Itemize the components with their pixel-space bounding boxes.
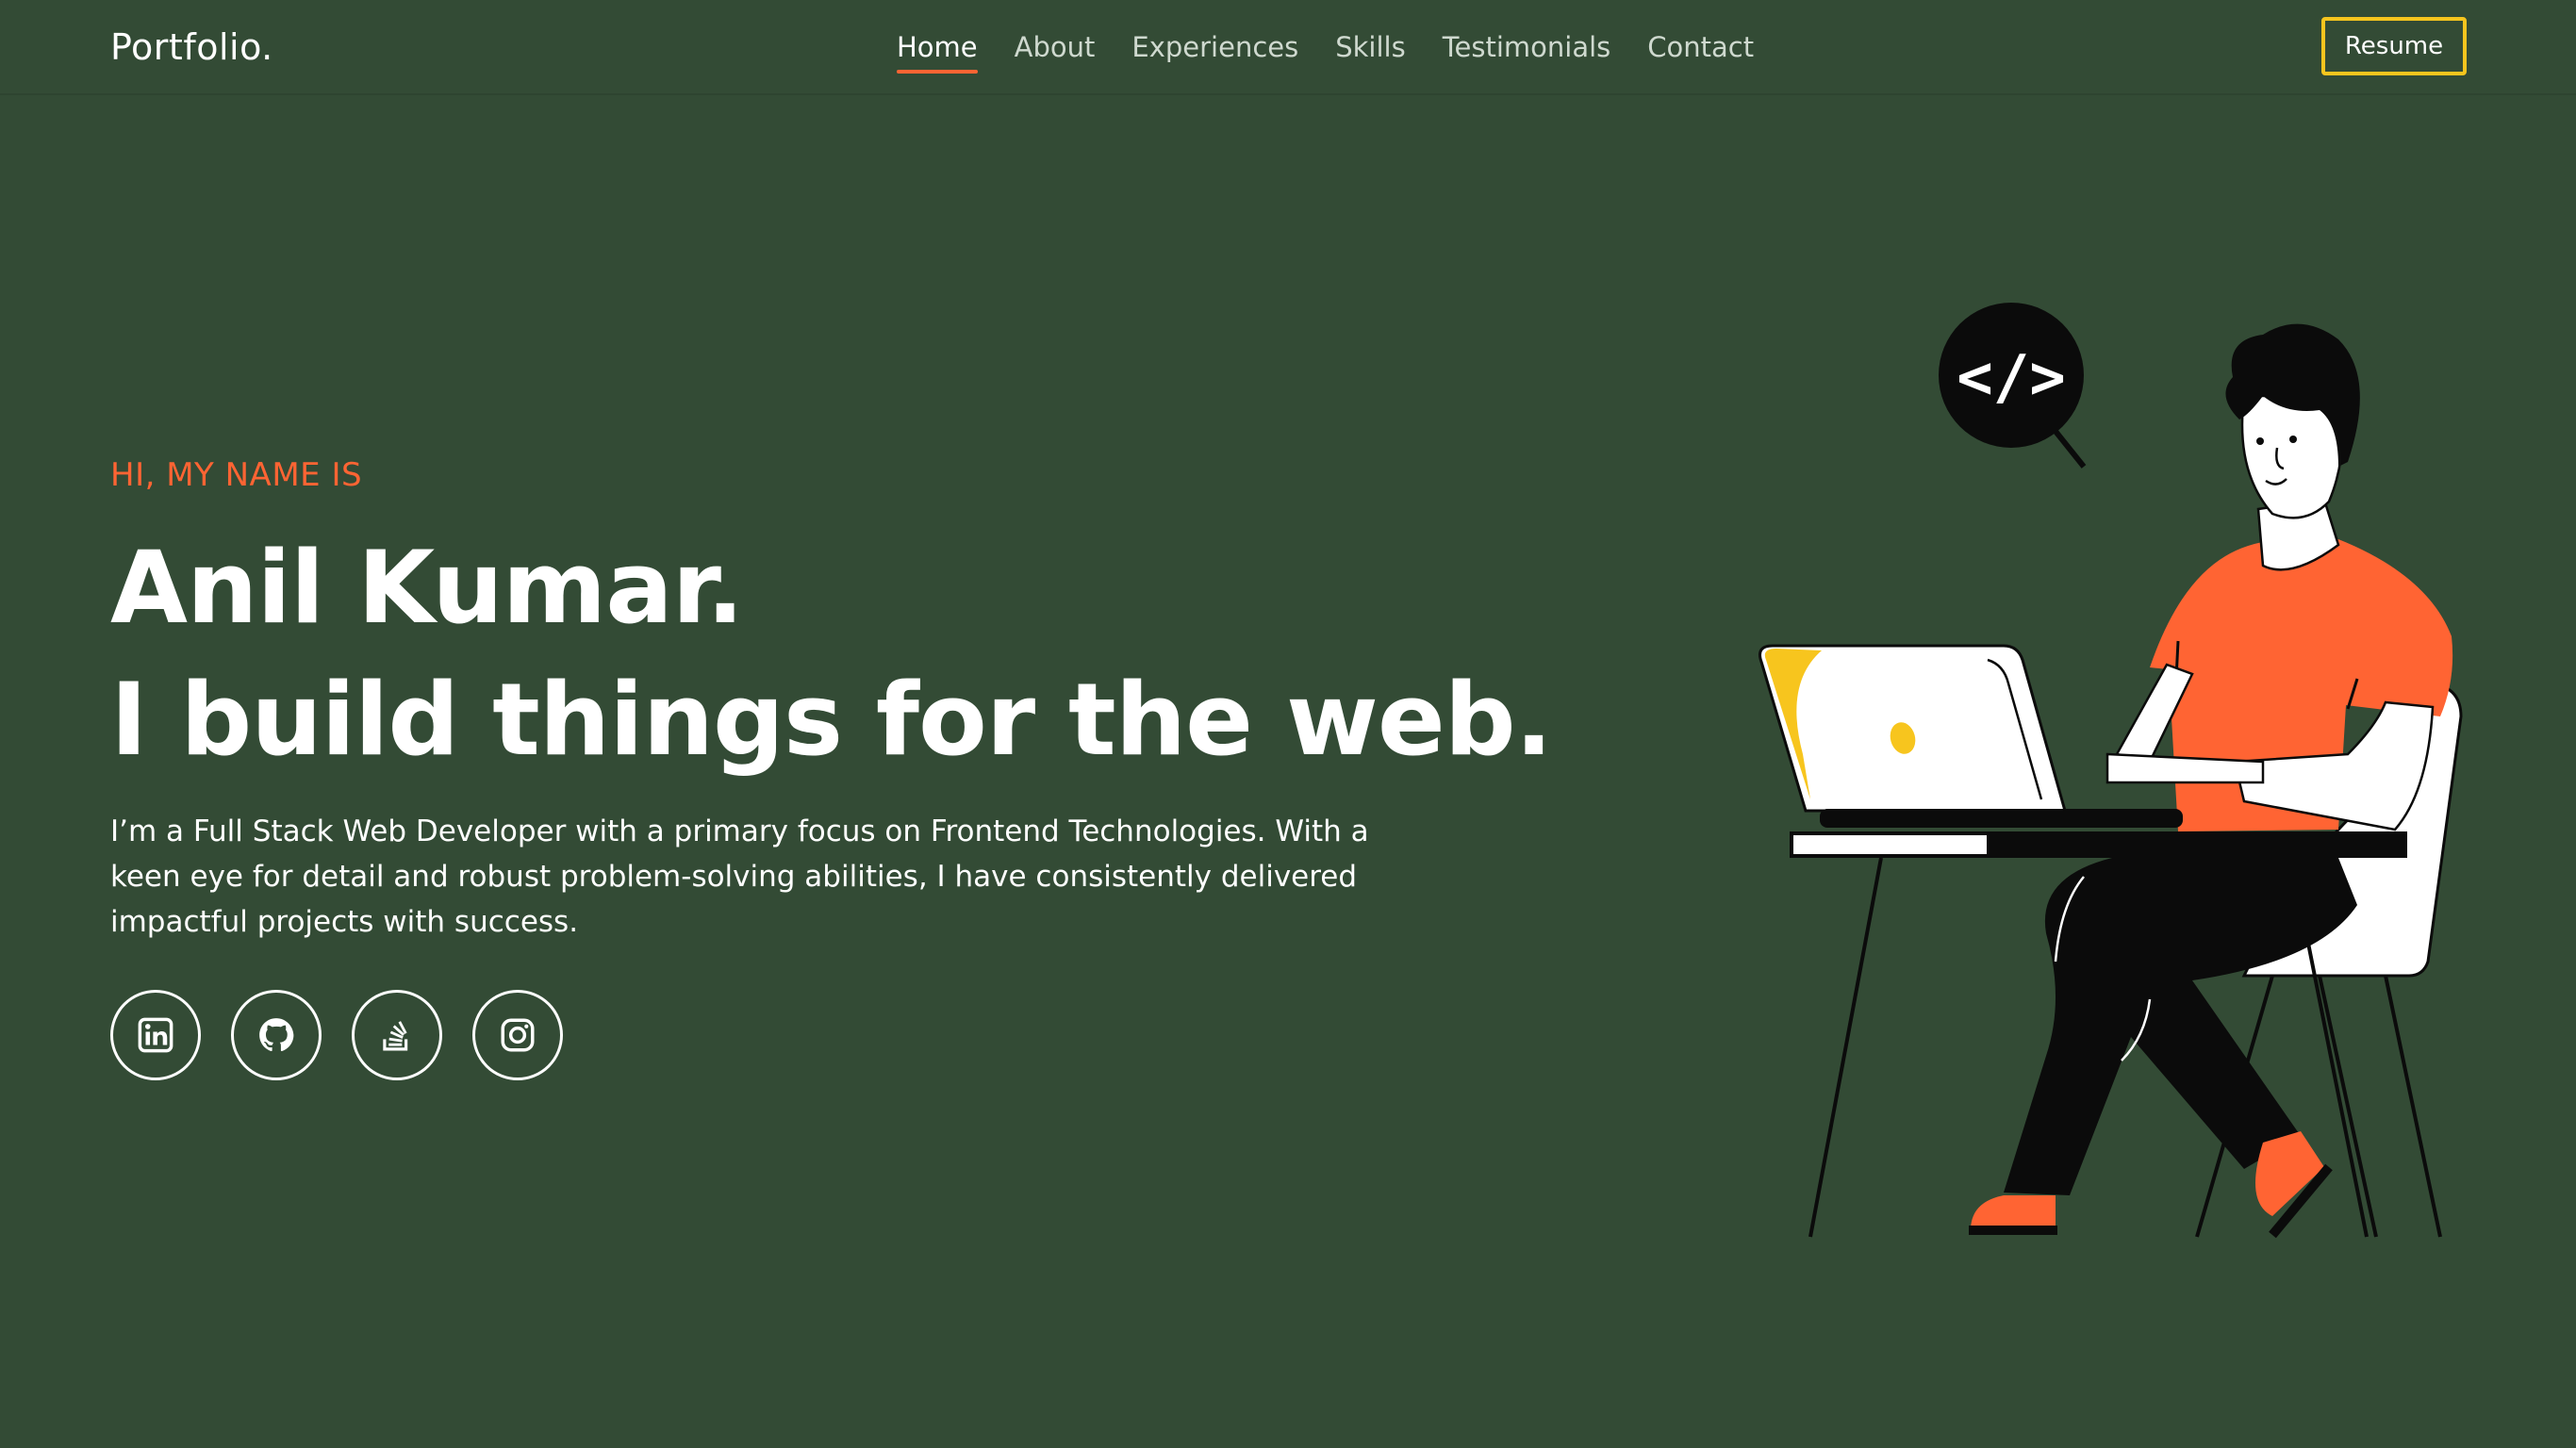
hero-intro: I’m a Full Stack Web Developer with a pr… bbox=[110, 814, 1369, 939]
desk-leg bbox=[1808, 857, 1883, 1238]
stackoverflow-icon bbox=[383, 1021, 408, 1051]
laptop bbox=[1759, 644, 2183, 828]
nav-link-experiences[interactable]: Experiences bbox=[1131, 25, 1298, 70]
hero-headline: Anil Kumar. I build things for the web. bbox=[110, 522, 1553, 786]
navbar: Portfolio. Home About Experiences Skills… bbox=[0, 0, 2576, 95]
github-icon bbox=[259, 1018, 294, 1052]
nav-link-testimonials[interactable]: Testimonials bbox=[1443, 25, 1611, 70]
nav-link-home[interactable]: Home bbox=[897, 25, 978, 74]
hero-tagline: I build things for the web. bbox=[110, 662, 1553, 778]
nav-link-about[interactable]: About bbox=[1015, 25, 1096, 70]
linkedin-link[interactable] bbox=[110, 990, 201, 1080]
linkedin-icon bbox=[138, 1017, 173, 1053]
desk bbox=[1790, 831, 2407, 858]
stackoverflow-link[interactable] bbox=[352, 990, 442, 1080]
developer-illustration: </> bbox=[1759, 303, 2463, 1239]
person-head bbox=[2225, 323, 2360, 571]
social-links bbox=[110, 990, 1552, 1080]
nav-link-skills[interactable]: Skills bbox=[1335, 25, 1405, 70]
github-link[interactable] bbox=[231, 990, 322, 1080]
nav-link-contact[interactable]: Contact bbox=[1647, 25, 1754, 70]
instagram-link[interactable] bbox=[472, 990, 563, 1080]
nav-links: Home About Experiences Skills Testimonia… bbox=[897, 25, 1754, 74]
instagram-icon bbox=[501, 1018, 535, 1052]
hero-greeting: HI, MY NAME IS bbox=[110, 456, 363, 494]
hero-section: HI, MY NAME IS Anil Kumar. I build thing… bbox=[110, 452, 1553, 1080]
code-bubble: </> bbox=[1939, 303, 2087, 469]
code-bubble-text: </> bbox=[1957, 343, 2066, 413]
hero-name: Anil Kumar. bbox=[110, 530, 744, 646]
resume-button[interactable]: Resume bbox=[2321, 17, 2467, 75]
brand-logo[interactable]: Portfolio. bbox=[110, 21, 273, 74]
